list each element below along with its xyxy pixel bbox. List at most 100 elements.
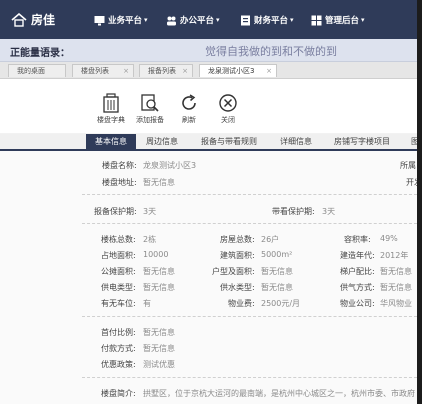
stat-label: 占地面积: xyxy=(101,251,136,260)
nav-office[interactable]: 办公平台 ▾ xyxy=(166,14,220,26)
basic-info-panel: 楼盘名称: 龙泉测试小区3 所属 楼盘地址: 暂无信息 开发 报备保护期: 3天… xyxy=(0,151,417,404)
top-navbar: 房佳 业务平台 ▾ 办公平台 ▾ 财务平台 ▾ 管理后台 ▾ xyxy=(0,0,417,39)
nav-finance-label: 财务平台 xyxy=(254,16,289,26)
nav-admin[interactable]: 管理后台 ▾ xyxy=(311,14,365,26)
tab-images[interactable]: 图片 xyxy=(404,134,417,149)
stat-value: 暂无信息 xyxy=(261,267,293,276)
stat-label: 房屋总数: xyxy=(220,235,255,244)
chevron-down-icon: ▾ xyxy=(361,16,365,24)
stat-label: 户型及面积: xyxy=(212,267,255,276)
stat-value: 暂无信息 xyxy=(143,283,175,292)
app-window: 房佳 业务平台 ▾ 办公平台 ▾ 财务平台 ▾ 管理后台 ▾ 正能量语录： 觉得自我做的… xyxy=(0,0,417,404)
stat-value: 华风物业 xyxy=(380,299,412,308)
stat-label: 有无车位: xyxy=(101,299,136,308)
motto-label: 正能量语录： xyxy=(10,48,70,59)
monitor-icon xyxy=(94,15,105,26)
stat-value: 暂无信息 xyxy=(380,283,412,292)
stat-label: 物业费: xyxy=(228,299,255,308)
stat-value: 2栋 xyxy=(143,235,157,244)
users-icon xyxy=(166,15,177,26)
intro-value: 拱墅区，位于京杭大运河的最南端，是杭州中心城区之一，杭州市委、市政府 xyxy=(143,389,415,398)
divider xyxy=(82,316,417,317)
payment-value: 暂无信息 xyxy=(143,344,175,353)
stat-label: 供电类型: xyxy=(101,283,136,292)
divider xyxy=(82,194,417,195)
refresh-icon xyxy=(182,94,196,110)
developer-label: 开发 xyxy=(406,178,417,187)
page-tab-label: 龙泉测试小区3 xyxy=(208,67,255,75)
divider xyxy=(82,223,417,224)
stat-value: 2012年 xyxy=(380,251,409,260)
chevron-down-icon: ▾ xyxy=(216,16,220,24)
search-document-icon xyxy=(141,94,159,112)
stat-label: 物业公司: xyxy=(340,299,375,308)
building-name-value: 龙泉测试小区3 xyxy=(143,161,197,170)
building-address-label: 楼盘地址: xyxy=(102,178,137,187)
nav-finance[interactable]: 财务平台 ▾ xyxy=(240,14,294,26)
ledger-icon xyxy=(240,15,251,26)
page-tabs-bar: 我的桌面 楼盘列表 × 报备列表 × 龙泉测试小区3 × xyxy=(0,62,417,79)
brand-name: 房佳 xyxy=(31,13,56,27)
nav-office-label: 办公平台 xyxy=(180,16,215,26)
building-name-label: 楼盘名称: xyxy=(102,161,137,170)
tab-details[interactable]: 详细信息 xyxy=(271,134,321,149)
stat-label: 建筑面积: xyxy=(220,251,255,260)
payment-label: 首付比例: xyxy=(101,328,136,337)
stat-value: 暂无信息 xyxy=(143,267,175,276)
tab-report-rules[interactable]: 报备与带看规则 xyxy=(190,134,268,149)
nav-business-label: 业务平台 xyxy=(108,16,143,26)
motto-text: 觉得自我做的到和不做的到 xyxy=(205,45,337,58)
report-protection-value: 3天 xyxy=(143,207,157,216)
add-report-button[interactable]: 添加报备 xyxy=(133,93,167,125)
stat-label: 梯户配比: xyxy=(340,267,375,276)
payment-value: 测试优惠 xyxy=(143,360,175,369)
brand-logo[interactable]: 房佳 xyxy=(11,11,55,28)
page-tab-desktop[interactable]: 我的桌面 xyxy=(8,64,66,77)
close-icon[interactable]: × xyxy=(123,65,129,78)
payment-label: 优惠政策: xyxy=(101,360,136,369)
close-page-label: 关闭 xyxy=(221,116,235,124)
stat-value: 5000m² xyxy=(261,250,293,259)
close-circle-icon xyxy=(219,94,237,112)
motto-bar: 正能量语录： 觉得自我做的到和不做的到 xyxy=(0,39,417,62)
close-icon[interactable]: × xyxy=(266,65,272,78)
page-tab-building-list[interactable]: 楼盘列表 × xyxy=(72,64,134,77)
add-report-label: 添加报备 xyxy=(136,116,164,124)
close-icon[interactable]: × xyxy=(182,65,188,78)
tab-basic-info[interactable]: 基本信息 xyxy=(86,134,136,149)
owner-label: 所属 xyxy=(400,161,416,170)
stat-label: 供水类型: xyxy=(220,283,255,292)
stat-label: 供气方式: xyxy=(340,283,375,292)
report-protection-label: 报备保护期: xyxy=(94,207,137,216)
page-tab-report-list[interactable]: 报备列表 × xyxy=(139,64,193,77)
stat-value: 49% xyxy=(380,234,398,243)
house-logo-icon xyxy=(11,12,27,27)
stat-label: 建造年代: xyxy=(340,251,375,260)
refresh-label: 刷新 xyxy=(182,116,196,124)
stat-value: 有 xyxy=(143,299,151,308)
stat-value: 26户 xyxy=(261,235,280,244)
stat-value: 10000 xyxy=(143,250,169,259)
stat-label: 公摊面积: xyxy=(101,267,136,276)
stat-label: 容积率: xyxy=(344,235,371,244)
building-dictionary-button[interactable]: 楼盘字典 xyxy=(94,93,128,125)
page-tab-current[interactable]: 龙泉测试小区3 × xyxy=(199,64,277,77)
stat-value: 2500元/月 xyxy=(261,299,301,308)
visit-protection-label: 带看保护期: xyxy=(272,207,315,216)
stat-value: 暂无信息 xyxy=(261,283,293,292)
tab-surroundings[interactable]: 周边信息 xyxy=(138,134,186,149)
chevron-down-icon: ▾ xyxy=(144,16,148,24)
close-page-button[interactable]: 关闭 xyxy=(213,93,243,125)
nav-admin-label: 管理后台 xyxy=(325,16,360,26)
payment-value: 暂无信息 xyxy=(143,328,175,337)
page-tab-label: 楼盘列表 xyxy=(81,67,109,75)
building-icon xyxy=(103,93,119,113)
tab-shops-offices[interactable]: 房铺写字楼项目 xyxy=(325,134,399,149)
visit-protection-value: 3天 xyxy=(322,207,336,216)
refresh-button[interactable]: 刷新 xyxy=(174,93,204,125)
grid-icon xyxy=(311,15,322,26)
divider xyxy=(82,377,417,378)
nav-business[interactable]: 业务平台 ▾ xyxy=(94,14,148,26)
building-dictionary-label: 楼盘字典 xyxy=(97,116,125,124)
stat-label: 楼栋总数: xyxy=(101,235,136,244)
